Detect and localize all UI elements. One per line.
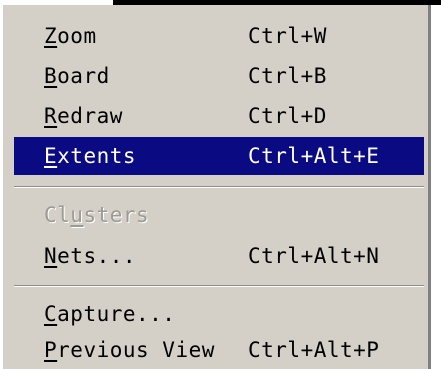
menu-separator (14, 285, 424, 287)
menu-item-clusters-label: Clusters (44, 203, 150, 227)
menu-item-zoom[interactable]: Zoom Ctrl+W (14, 17, 424, 55)
menu-item-previous-view[interactable]: Previous View Ctrl+Alt+P (14, 331, 424, 369)
menu-item-extents[interactable]: Extents Ctrl+Alt+E (14, 137, 424, 175)
menu-item-zoom-label: Zoom (44, 24, 97, 48)
menu-item-extents-label: Extents (44, 144, 137, 168)
menu-item-redraw-label: Redraw (44, 104, 123, 128)
menu-item-capture-label: Capture... (44, 302, 176, 326)
menu-item-board[interactable]: Board Ctrl+B (14, 57, 424, 95)
menu-item-board-shortcut: Ctrl+B (248, 64, 327, 88)
menu-item-board-label: Board (44, 64, 110, 88)
menu-item-nets[interactable]: Nets... Ctrl+Alt+N (14, 237, 424, 275)
menu-item-previous-view-shortcut: Ctrl+Alt+P (248, 338, 380, 362)
menu-item-nets-shortcut: Ctrl+Alt+N (248, 244, 380, 268)
menu-item-clusters: Clusters (14, 196, 424, 234)
menu-separator (14, 186, 424, 188)
menu-item-previous-view-label: Previous View (44, 338, 215, 362)
menu-item-extents-shortcut: Ctrl+Alt+E (248, 144, 380, 168)
menu-item-zoom-shortcut: Ctrl+W (248, 24, 327, 48)
context-menu: Zoom Ctrl+W Board Ctrl+B Redraw Ctrl+D E… (0, 5, 431, 369)
menu-item-redraw[interactable]: Redraw Ctrl+D (14, 97, 424, 135)
menu-item-redraw-shortcut: Ctrl+D (248, 104, 327, 128)
menu-item-capture[interactable]: Capture... (14, 295, 424, 333)
menu-item-nets-label: Nets... (44, 244, 137, 268)
